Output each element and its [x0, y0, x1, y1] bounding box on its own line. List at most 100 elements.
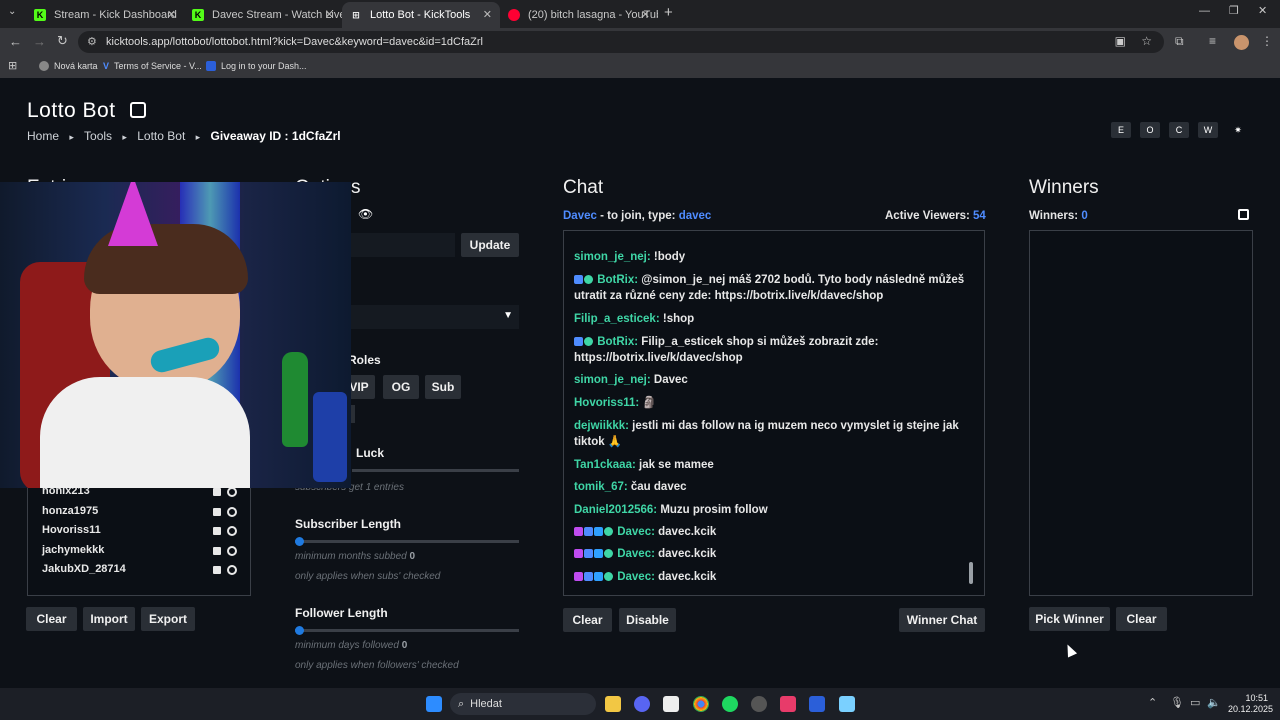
discord-icon[interactable] — [634, 696, 650, 712]
breadcrumb-home[interactable]: Home — [27, 129, 59, 143]
menu-dots-icon[interactable]: ⋮ — [1261, 34, 1273, 48]
pick-winner-button[interactable]: Pick Winner — [1029, 607, 1110, 631]
taskbar-search[interactable]: ⌕ Hledat — [450, 693, 596, 715]
windows-start-icon[interactable] — [426, 696, 442, 712]
chrome-icon[interactable] — [693, 696, 709, 712]
ban-icon[interactable] — [227, 565, 237, 575]
ban-icon[interactable] — [227, 487, 237, 497]
entries-clear-button[interactable]: Clear — [26, 607, 77, 631]
winners-list[interactable] — [1029, 230, 1253, 596]
chat-message: Filip_a_esticek: !shop — [574, 311, 966, 327]
chat-box[interactable]: simon_je_nej: !body BotRix: @simon_je_ne… — [563, 230, 985, 596]
snipping-tool-icon[interactable] — [663, 696, 679, 712]
file-explorer-icon[interactable] — [605, 696, 621, 712]
chat-user: Davec: — [617, 571, 655, 583]
chat-text: !shop — [662, 313, 695, 325]
update-button[interactable]: Update — [461, 233, 519, 257]
sub-length-slider[interactable] — [295, 537, 519, 546]
theme-button-o[interactable]: O — [1140, 122, 1160, 138]
close-icon[interactable]: ✕ — [325, 8, 334, 21]
address-bar[interactable]: ⚙ kicktools.app/lottobot/lottobot.html?k… — [78, 31, 1164, 53]
site-info-icon[interactable]: ⚙ — [87, 35, 97, 48]
new-tab-icon[interactable]: + — [664, 4, 673, 21]
breadcrumb-tools[interactable]: Tools — [84, 129, 112, 143]
chat-text: davec.kcik — [658, 548, 717, 560]
microphone-icon[interactable]: 🎙 — [1170, 696, 1184, 709]
maximize-icon[interactable]: ❐ — [1229, 4, 1239, 17]
media-icon[interactable]: ≡ — [1209, 34, 1216, 48]
chat-clear-button[interactable]: Clear — [563, 608, 612, 632]
winners-title: Winners — [1029, 177, 1099, 198]
clock-time: 10:51 — [1245, 693, 1268, 703]
close-icon[interactable]: ✕ — [167, 8, 176, 21]
ban-icon[interactable] — [227, 526, 237, 536]
back-icon[interactable]: ← — [9, 34, 22, 49]
tab-youtube[interactable]: (20) bitch lasagna - YouTube ✕ — [500, 2, 658, 28]
remove-entry-icon[interactable] — [213, 508, 221, 516]
chat-disable-button[interactable]: Disable — [619, 608, 676, 632]
winners-clear-button[interactable]: Clear — [1116, 607, 1167, 631]
window-close-icon[interactable]: ✕ — [1258, 4, 1267, 17]
apps-grid-icon[interactable]: ⊞ — [8, 59, 17, 72]
bookmark-star-icon[interactable]: ☆ — [1141, 34, 1152, 48]
close-icon[interactable]: ✕ — [641, 8, 650, 21]
party-hat — [108, 182, 158, 246]
theme-button-light[interactable]: ✷ — [1228, 122, 1248, 138]
profile-avatar[interactable] — [1234, 35, 1249, 50]
entries-export-button[interactable]: Export — [141, 607, 195, 631]
eye-icon[interactable]: 👁 — [358, 207, 373, 221]
slider-knob[interactable] — [295, 626, 304, 635]
theme-button-e[interactable]: E — [1111, 122, 1131, 138]
chat-join-text: - to join, type: — [600, 210, 676, 222]
remove-entry-icon[interactable] — [213, 488, 221, 496]
list-item: JakubXD_28714 — [42, 563, 126, 575]
tab-davec-stream[interactable]: K Davec Stream - Watch Live on Kick ✕ — [184, 2, 342, 28]
spotify-icon[interactable] — [722, 696, 738, 712]
copy-icon[interactable] — [1238, 209, 1249, 220]
browser-tab-bar: ⌄ K Stream - Kick Dashboard ✕ K Davec St… — [0, 0, 1280, 28]
reload-icon[interactable]: ↻ — [57, 33, 68, 49]
chat-scrollbar[interactable] — [969, 562, 973, 584]
follower-length-slider[interactable] — [295, 626, 519, 635]
role-sub-button[interactable]: Sub — [425, 375, 461, 399]
tab-list-icon[interactable]: ⌄ — [8, 6, 16, 17]
winner-chat-button[interactable]: Winner Chat — [899, 608, 985, 632]
chat-text: davec.kcik — [658, 526, 717, 538]
breadcrumb-lotto-bot[interactable]: Lotto Bot — [137, 129, 185, 143]
volume-icon[interactable]: 🔈 — [1207, 696, 1221, 709]
cast-off-icon[interactable]: ▣ — [1115, 34, 1126, 48]
robot-icon — [129, 102, 146, 118]
slider-knob[interactable] — [295, 537, 304, 546]
word-icon[interactable] — [809, 696, 825, 712]
minimize-icon[interactable]: — — [1199, 5, 1210, 17]
tiktok-icon[interactable] — [780, 696, 796, 712]
extensions-icon[interactable]: ⧉ — [1175, 34, 1184, 49]
remove-entry-icon[interactable] — [213, 547, 221, 555]
ban-icon[interactable] — [227, 546, 237, 556]
youtube-icon — [508, 9, 520, 21]
forward-icon[interactable]: → — [33, 34, 46, 49]
obs-icon[interactable] — [751, 696, 767, 712]
theme-button-w[interactable]: W — [1198, 122, 1218, 138]
ban-icon[interactable] — [227, 507, 237, 517]
tab-kick-dashboard[interactable]: K Stream - Kick Dashboard ✕ — [26, 2, 184, 28]
entries-import-button[interactable]: Import — [83, 607, 135, 631]
theme-button-c[interactable]: C — [1169, 122, 1189, 138]
page-title: Lotto Bot — [27, 99, 146, 123]
role-og-button[interactable]: OG — [383, 375, 419, 399]
luck-slider[interactable] — [352, 469, 519, 472]
tab-lotto-bot[interactable]: ⊞ Lotto Bot - KickTools ✕ — [342, 2, 500, 28]
tray-chevron-icon[interactable]: ⌃ — [1148, 696, 1157, 709]
close-icon[interactable]: ✕ — [483, 8, 492, 21]
remove-entry-icon[interactable] — [213, 566, 221, 574]
clock[interactable]: 10:51 20.12.2025 — [1228, 693, 1273, 715]
bookmark-terms[interactable]: V Terms of Service - V... — [103, 61, 202, 71]
sub-length-value: 0 — [409, 551, 416, 562]
notepad-icon[interactable] — [839, 696, 855, 712]
network-icon[interactable]: ▭ — [1190, 696, 1200, 709]
bookmark-new-tab[interactable]: Nová karta — [39, 61, 98, 71]
kick-icon: K — [34, 9, 46, 21]
remove-entry-icon[interactable] — [213, 527, 221, 535]
giveaway-label: Giveaway ID : — [210, 129, 289, 143]
bookmark-login[interactable]: Log in to your Dash... — [206, 61, 307, 71]
